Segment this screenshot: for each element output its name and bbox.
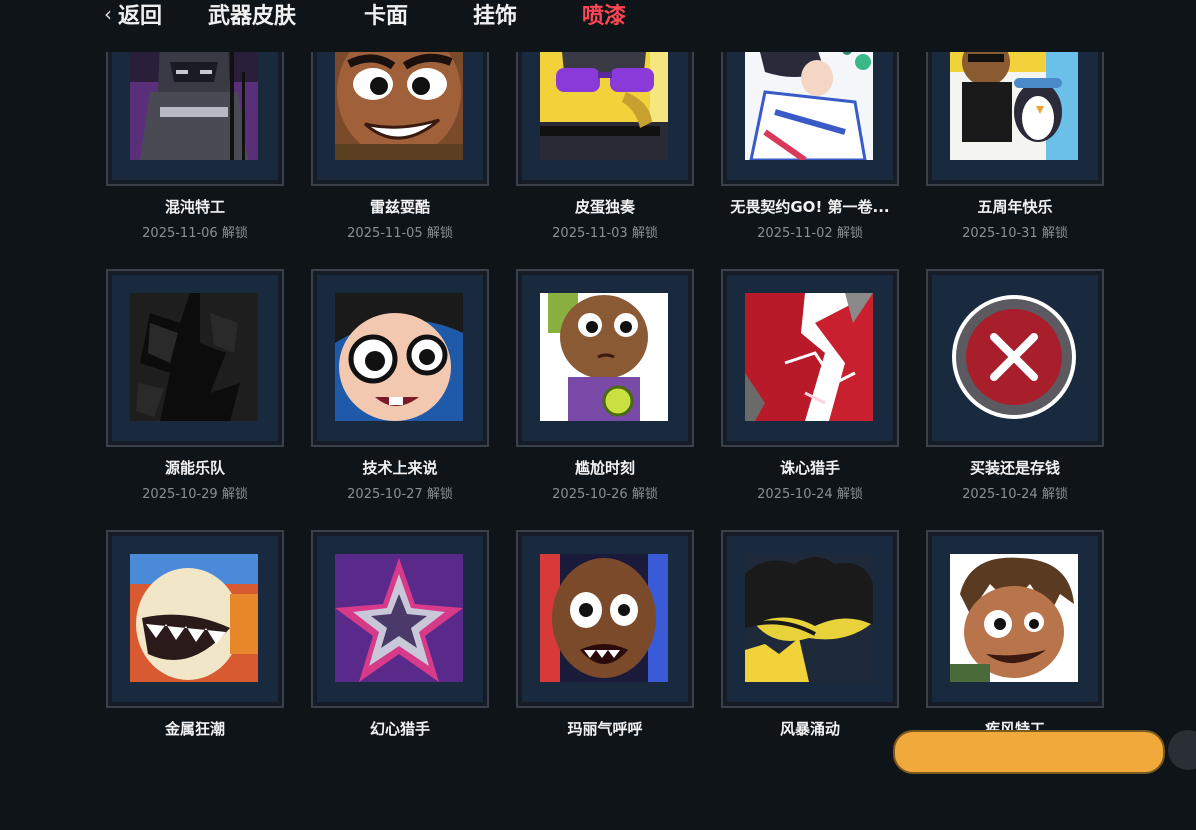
- top-nav-bar: ‹ 返回 武器皮肤 卡面 挂饰 喷漆: [0, 0, 1196, 52]
- spray-unlock-date: 2025-10-29 解锁: [142, 487, 248, 502]
- spray-name: 雷兹耍酷: [369, 198, 430, 216]
- tab-sprays[interactable]: 喷漆: [582, 0, 626, 29]
- action-button[interactable]: [893, 730, 1165, 774]
- spray-unlock-date: 2025-10-24 解锁: [962, 487, 1068, 502]
- spray-image-metal-frenzy: [130, 554, 258, 682]
- spray-image-awkward-moment: [540, 293, 668, 421]
- tab-weapon-skins[interactable]: 武器皮肤: [208, 0, 296, 29]
- spray-name: 皮蛋独奏: [574, 198, 635, 216]
- spray-card[interactable]: 技术上来说 2025-10-27 解锁: [311, 269, 489, 569]
- spray-image-technically: [335, 293, 463, 421]
- spray-name: 玛丽气呼呼: [567, 720, 643, 738]
- spray-unlock-date: 2025-10-27 解锁: [347, 487, 453, 502]
- back-label: 返回: [118, 4, 163, 29]
- spray-card[interactable]: 幻心猎手: [311, 530, 489, 830]
- spray-name: 源能乐队: [164, 459, 225, 477]
- spray-unlock-date: 2025-11-03 解锁: [552, 226, 658, 241]
- spray-unlock-date: 2025-10-31 解锁: [962, 226, 1068, 241]
- spray-unlock-date: 2025-10-26 解锁: [552, 487, 658, 502]
- spray-image-gale-agent: [950, 554, 1078, 682]
- spray-name: 无畏契约GO! 第一卷...: [730, 198, 890, 216]
- spray-name: 混沌特工: [164, 198, 225, 216]
- spray-card[interactable]: 尴尬时刻 2025-10-26 解锁: [516, 269, 694, 569]
- spray-card[interactable]: 无畏契约GO! 第一卷... 2025-11-02 解锁: [721, 8, 899, 308]
- spray-card[interactable]: 雷兹耍酷 2025-11-05 解锁: [311, 8, 489, 308]
- back-button[interactable]: ‹ 返回: [104, 0, 163, 29]
- spray-name: 尴尬时刻: [574, 459, 635, 477]
- spray-name: 金属狂潮: [164, 720, 225, 738]
- spray-name: 技术上来说: [362, 459, 438, 477]
- spray-name: 五周年快乐: [977, 198, 1053, 216]
- spray-card[interactable]: 皮蛋独奏 2025-11-03 解锁: [516, 8, 694, 308]
- spray-name: 诛心猎手: [779, 459, 840, 477]
- tab-player-cards[interactable]: 卡面: [364, 0, 408, 29]
- spray-card[interactable]: 买装还是存钱 2025-10-24 解锁: [926, 269, 1104, 569]
- spray-image-storm-surge: [745, 554, 873, 682]
- tab-gun-buddies[interactable]: 挂饰: [473, 0, 517, 29]
- spray-card[interactable]: 风暴涌动: [721, 530, 899, 830]
- round-button[interactable]: [1168, 730, 1196, 770]
- spray-name: 买装还是存钱: [969, 459, 1060, 477]
- spray-unlock-date: 2025-10-24 解锁: [757, 487, 863, 502]
- spray-card[interactable]: 玛丽气呼呼: [516, 530, 694, 830]
- spray-card[interactable]: 金属狂潮: [106, 530, 284, 830]
- spray-unlock-date: 2025-11-05 解锁: [347, 226, 453, 241]
- spray-grid: 混沌特工 2025-11-06 解锁 雷兹耍酷 2025-11-05 解锁 皮蛋…: [0, 0, 1196, 744]
- chevron-left-icon: ‹: [104, 2, 112, 26]
- spray-unlock-date: 2025-11-02 解锁: [757, 226, 863, 241]
- spray-name: 风暴涌动: [779, 720, 840, 738]
- spray-card[interactable]: 疾风特工: [926, 530, 1104, 830]
- spray-image-buy-or-save: [950, 293, 1078, 421]
- spray-card[interactable]: 五周年快乐 2025-10-31 解锁: [926, 8, 1104, 308]
- spray-card[interactable]: 源能乐队 2025-10-29 解锁: [106, 269, 284, 569]
- spray-image-heart-hunter: [745, 293, 873, 421]
- spray-image-illusion-hunter: [335, 554, 463, 682]
- spray-image-radiant-band: [130, 293, 258, 421]
- spray-name: 幻心猎手: [369, 720, 430, 738]
- spray-card[interactable]: 混沌特工 2025-11-06 解锁: [106, 8, 284, 308]
- spray-image-mari-angry: [540, 554, 668, 682]
- spray-unlock-date: 2025-11-06 解锁: [142, 226, 248, 241]
- spray-card[interactable]: 诛心猎手 2025-10-24 解锁: [721, 269, 899, 569]
